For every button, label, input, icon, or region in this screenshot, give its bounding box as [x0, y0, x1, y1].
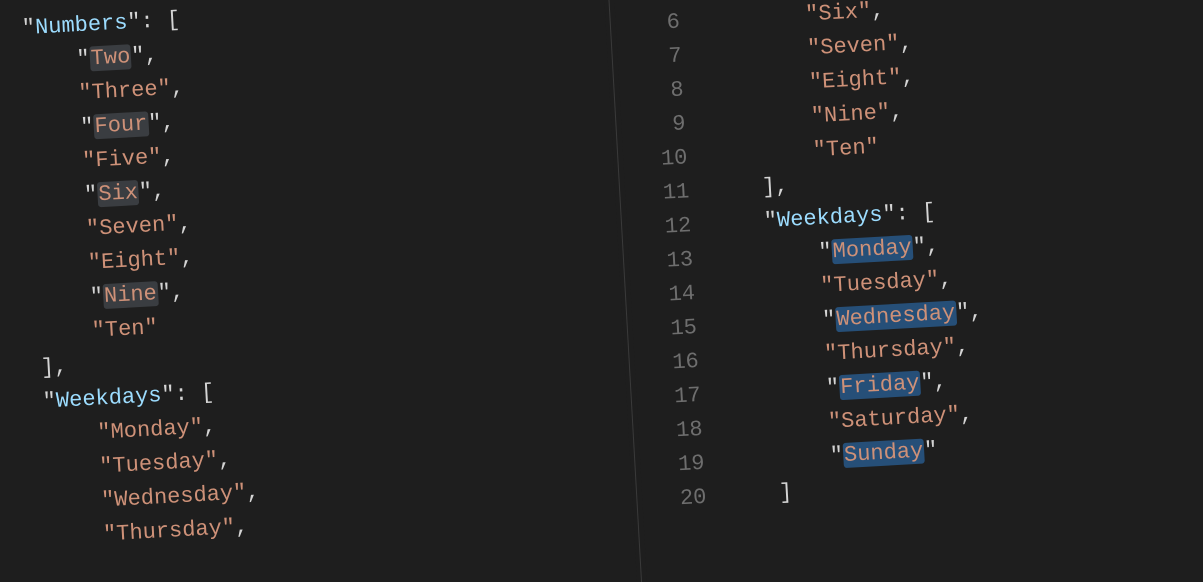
line-number: 18: [638, 413, 704, 451]
line-number: 8: [619, 73, 685, 111]
app-window: ◣ ▴ Untitled-1 1234567891011121314151617…: [0, 0, 1203, 582]
line-number: 14: [630, 277, 696, 315]
line-number: 11: [624, 175, 690, 213]
line-number: 20: [642, 481, 708, 519]
code-body-left[interactable]: { "Numbers": [ "Two", "Three", "Four", "…: [0, 0, 634, 559]
line-number: 17: [636, 379, 702, 417]
rotated-surface: ◣ ▴ Untitled-1 1234567891011121314151617…: [0, 0, 1203, 582]
editor-pane-right: 34567891011121314151617181920 "Three", "…: [609, 0, 1203, 582]
code-editor-left[interactable]: 1234567891011121314151617 { "Numbers": […: [0, 0, 634, 563]
code-body-right[interactable]: "Three", "Four", "Five", "Six", "Seven",…: [685, 0, 1203, 514]
code-editor-right[interactable]: 34567891011121314151617181920 "Three", "…: [609, 0, 1203, 518]
line-number: 7: [617, 39, 683, 77]
line-number: 9: [621, 107, 687, 145]
line-number: 13: [628, 243, 694, 281]
line-number: 15: [632, 311, 698, 349]
line-number: 6: [615, 6, 681, 44]
line-number: 12: [626, 209, 692, 247]
line-number: 10: [623, 141, 689, 179]
line-number: 19: [640, 447, 706, 485]
editor-pane-left: Untitled-1 1234567891011121314151617 { "…: [0, 0, 642, 582]
line-number: 16: [634, 345, 700, 383]
